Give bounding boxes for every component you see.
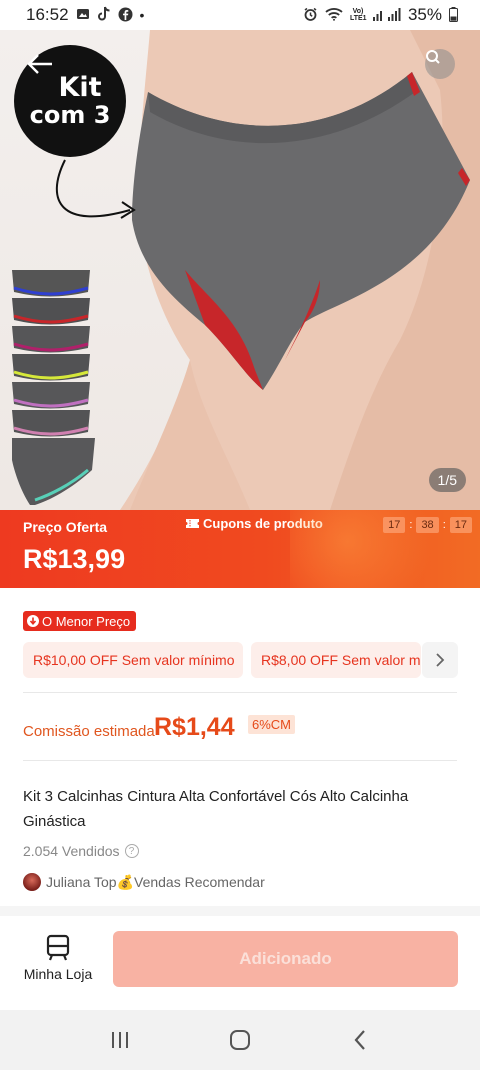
help-icon[interactable]: ? bbox=[124, 844, 139, 858]
ticket-icon bbox=[186, 519, 199, 528]
divider bbox=[23, 760, 457, 761]
recommender-label: Juliana Top💰Vendas Recomendar bbox=[46, 873, 265, 890]
chevron-left-icon bbox=[354, 1030, 365, 1050]
coupons-link[interactable]: Cupons de produto bbox=[186, 516, 323, 531]
timer-hours: 17 bbox=[383, 517, 406, 533]
commission-rate-badge: 6%CM bbox=[248, 715, 296, 734]
recommender-row[interactable]: Juliana Top💰Vendas Recomendar bbox=[23, 873, 265, 891]
dot-icon: • bbox=[139, 7, 145, 23]
offer-label: Preço Oferta bbox=[23, 519, 108, 535]
arrow-left-icon bbox=[27, 54, 52, 74]
lowest-price-label: O Menor Preço bbox=[42, 613, 131, 629]
tiktok-icon bbox=[97, 6, 111, 24]
timer-minutes: 38 bbox=[416, 517, 439, 533]
divider bbox=[23, 692, 457, 693]
status-right: Vo) LTE1 35% bbox=[303, 5, 458, 25]
search-button[interactable] bbox=[425, 49, 455, 79]
my-store-button[interactable]: Minha Loja bbox=[18, 934, 98, 986]
chevron-right-icon bbox=[436, 653, 445, 667]
system-navigation-bar bbox=[0, 1010, 480, 1070]
status-bar: 16:52 • Vo) LTE1 35% bbox=[0, 0, 480, 30]
recent-apps-icon bbox=[112, 1032, 128, 1048]
search-icon bbox=[426, 50, 440, 64]
home-icon bbox=[230, 1030, 250, 1050]
battery-percent: 35% bbox=[407, 5, 442, 24]
kit-badge-line2: com 3 bbox=[29, 100, 111, 129]
product-title: Kit 3 Calcinhas Cintura Alta Confortável… bbox=[23, 788, 409, 830]
section-separator bbox=[0, 906, 480, 916]
my-store-label: Minha Loja bbox=[23, 966, 93, 982]
facebook-icon bbox=[118, 7, 133, 24]
store-icon bbox=[46, 934, 70, 961]
status-left: 16:52 • bbox=[26, 5, 144, 25]
back-button[interactable] bbox=[26, 52, 56, 82]
back-nav-button[interactable] bbox=[340, 1020, 380, 1060]
sold-count-label: 2.054 Vendidos bbox=[23, 843, 120, 859]
wifi-icon bbox=[325, 7, 343, 23]
coupon-item[interactable]: R$8,00 OFF Sem valor m bbox=[251, 642, 421, 678]
coupon-list: R$10,00 OFF Sem valor mínimo R$8,00 OFF … bbox=[23, 642, 480, 678]
stacked-products-illustration bbox=[12, 270, 95, 505]
offer-price: R$13,99 bbox=[23, 544, 126, 574]
image-counter: 1/5 bbox=[428, 468, 466, 492]
commission-label: Comissão estimada bbox=[23, 723, 155, 740]
coupons-next-button[interactable] bbox=[422, 642, 458, 678]
coupon-item[interactable]: R$10,00 OFF Sem valor mínimo bbox=[23, 642, 243, 678]
recent-apps-button[interactable] bbox=[100, 1020, 140, 1060]
product-image-gallery[interactable]: Kit com 3 1/5 bbox=[0, 30, 480, 510]
added-button[interactable]: Adicionado bbox=[113, 931, 458, 987]
battery-icon bbox=[449, 6, 458, 24]
sold-count: 2.054 Vendidos ? bbox=[23, 843, 139, 859]
signal-icon bbox=[372, 7, 401, 23]
countdown-timer: 17 : 38 : 17 bbox=[383, 517, 472, 533]
status-time: 16:52 bbox=[26, 5, 69, 24]
home-button[interactable] bbox=[220, 1020, 260, 1060]
signal-text: Vo) LTE1 bbox=[349, 8, 367, 22]
avatar bbox=[23, 873, 41, 891]
arrow-down-icon bbox=[27, 615, 39, 627]
coupons-label: Cupons de produto bbox=[203, 516, 323, 531]
lowest-price-badge: O Menor Preço bbox=[23, 611, 137, 631]
gallery-icon bbox=[76, 7, 90, 23]
timer-seconds: 17 bbox=[449, 517, 472, 533]
alarm-icon bbox=[303, 7, 318, 24]
commission-value: R$1,44 bbox=[154, 713, 235, 741]
price-banner: Preço Oferta R$13,99 Cupons de produto 1… bbox=[0, 510, 480, 588]
